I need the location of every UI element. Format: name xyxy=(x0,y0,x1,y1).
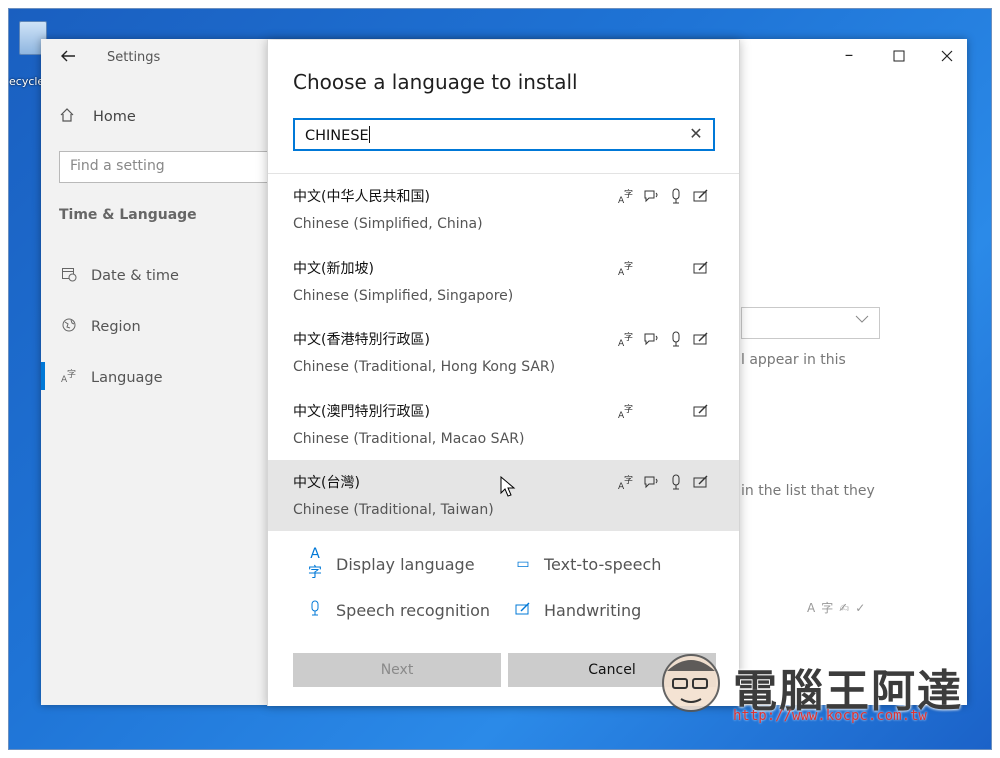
handwriting-icon xyxy=(692,188,710,206)
svg-text:字: 字 xyxy=(624,188,633,200)
legend-text-to-speech: ▭ Text-to-speech xyxy=(514,552,661,576)
watermark-logo xyxy=(649,641,739,721)
text-to-speech-icon xyxy=(642,188,660,206)
legend-label: Display language xyxy=(336,554,475,574)
svg-text:字: 字 xyxy=(67,368,76,380)
maximize-icon[interactable] xyxy=(887,45,911,69)
language-list-item[interactable]: 中文(香港特別行政區) Chinese (Traditional, Hong Ko… xyxy=(268,317,739,388)
nav-home[interactable]: Home xyxy=(59,105,136,129)
nav-item-label: Region xyxy=(91,319,141,335)
legend-label: Handwriting xyxy=(544,600,642,620)
nav-home-label: Home xyxy=(93,109,136,125)
search-value: CHINESE xyxy=(305,126,370,144)
language-native-name: 中文(中华人民共和国) xyxy=(293,189,430,205)
background-text: in the list that they xyxy=(741,483,875,499)
minimize-icon[interactable]: – xyxy=(837,45,861,69)
display-language-icon: A字 xyxy=(807,601,840,615)
background-feature-icons: A字✍✓ xyxy=(807,599,871,616)
display-language-icon: A字 xyxy=(618,474,636,492)
text-to-speech-icon xyxy=(642,474,660,492)
clear-search-icon[interactable]: ✕ xyxy=(687,124,705,144)
handwriting-icon xyxy=(692,331,710,349)
language-dialog: Choose a language to install CHINESE ✕ 中… xyxy=(267,40,740,706)
nav-selection-indicator xyxy=(41,362,45,390)
language-english-name: Chinese (Simplified, China) xyxy=(293,216,483,232)
language-list-item[interactable]: 中文(中华人民共和国) Chinese (Simplified, China) A 字 xyxy=(268,174,739,245)
background-text: l appear in this xyxy=(741,352,846,368)
language-native-name: 中文(澳門特別行政區) xyxy=(293,403,430,420)
window-title: Settings xyxy=(107,50,161,65)
language-english-name: Chinese (Simplified, Singapore) xyxy=(293,287,514,304)
language-english-name: Chinese (Traditional, Macao SAR) xyxy=(293,430,525,447)
mouse-cursor-icon xyxy=(500,475,516,498)
find-setting-input[interactable]: Find a setting xyxy=(59,151,271,183)
microphone-icon xyxy=(306,600,324,620)
back-arrow-icon[interactable] xyxy=(59,47,81,69)
watermark-url: http://www.kocpc.com.tw xyxy=(733,708,927,724)
dialog-title: Choose a language to install xyxy=(293,70,578,94)
handwriting-icon xyxy=(692,474,710,492)
legend-label: Speech recognition xyxy=(336,600,491,620)
spellcheck-icon: ✓ xyxy=(855,601,872,615)
handwriting-icon xyxy=(692,403,710,421)
legend-label: Text-to-speech xyxy=(544,554,662,574)
nav-item-date-time[interactable]: Date & time xyxy=(59,264,179,288)
language-list-item[interactable]: 中文(新加坡) Chinese (Simplified, Singapore) A 字 xyxy=(268,246,739,317)
calendar-clock-icon xyxy=(59,266,79,286)
legend-speech-recognition: Speech recognition xyxy=(306,598,490,622)
desktop: ecycle Settings Home Find a setting Time… xyxy=(8,8,992,750)
home-icon xyxy=(59,107,79,127)
display-language-icon: A字 xyxy=(618,403,636,421)
svg-text:字: 字 xyxy=(624,403,633,415)
svg-text:字: 字 xyxy=(624,474,633,486)
handwriting-icon xyxy=(514,601,532,619)
next-button[interactable]: Next xyxy=(293,653,501,687)
microphone-icon xyxy=(667,474,685,492)
text-to-speech-icon xyxy=(642,331,660,349)
legend-display-language: A字 Display language xyxy=(306,546,475,581)
svg-text:字: 字 xyxy=(624,331,633,343)
nav-item-region[interactable]: Region xyxy=(59,315,141,339)
svg-text:字: 字 xyxy=(624,260,633,272)
language-native-name: 中文(香港特別行政區) xyxy=(293,332,430,348)
recycle-bin-label: ecycle xyxy=(9,75,45,88)
display-language-icon: A字 xyxy=(618,331,636,349)
display-language-icon: A字 xyxy=(618,188,636,206)
chevron-down-icon xyxy=(855,313,869,327)
language-english-name: Chinese (Traditional, Hong Kong SAR) xyxy=(293,359,556,375)
close-icon[interactable] xyxy=(935,45,959,69)
text-to-speech-icon: ▭ xyxy=(516,556,530,572)
display-language-icon: A字 xyxy=(618,260,636,278)
language-icon: A字 xyxy=(59,368,79,388)
microphone-icon xyxy=(667,331,685,349)
globe-icon xyxy=(59,317,79,337)
language-english-name: Chinese (Traditional, Taiwan) xyxy=(293,502,494,518)
section-heading: Time & Language xyxy=(59,207,197,223)
legend-handwriting: Handwriting xyxy=(514,598,641,622)
language-native-name: 中文(新加坡) xyxy=(293,260,374,277)
language-native-name: 中文(台灣) xyxy=(293,475,360,491)
nav-item-language[interactable]: A字 Language xyxy=(59,366,163,390)
handwriting-icon xyxy=(692,260,710,278)
microphone-icon xyxy=(667,188,685,206)
nav-item-label: Date & time xyxy=(91,268,179,284)
nav-item-label: Language xyxy=(91,370,163,386)
settings-sidebar: Settings Home Find a setting Time & Lang… xyxy=(41,39,271,705)
display-language-icon: A字 xyxy=(308,546,322,581)
language-list-item[interactable]: 中文(澳門特別行政區) Chinese (Traditional, Macao S… xyxy=(268,389,739,460)
handwriting-icon: ✍ xyxy=(839,601,856,615)
language-search-input[interactable]: CHINESE ✕ xyxy=(293,118,715,151)
